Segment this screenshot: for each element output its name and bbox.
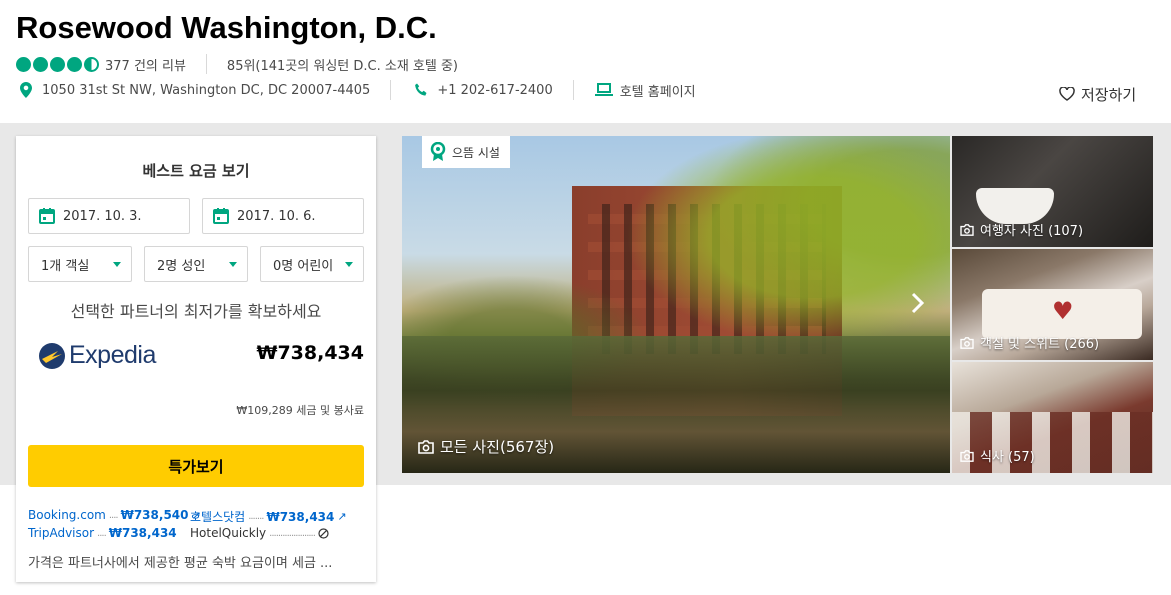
partner-link-hotelquickly[interactable]: HotelQuickly ..................... (190, 526, 329, 540)
rating-bubble-icon (50, 56, 65, 72)
partner-name: Booking.com (28, 508, 106, 522)
expedia-logo[interactable]: Expedia (38, 341, 156, 370)
bed-image (982, 289, 1142, 339)
best-price[interactable]: ₩738,434 (257, 342, 365, 364)
partner-name: 호텔스닷컴 (190, 510, 246, 524)
adults-select[interactable]: 2명 성인 (144, 246, 248, 282)
dot-leader: .... (97, 527, 107, 539)
checkout-date: 2017. 10. 6. (237, 208, 316, 224)
divider (205, 54, 207, 74)
rooms-select[interactable]: 1개 객실 (28, 246, 132, 282)
traveler-photos-thumb[interactable]: 여행자 사진 (107) (952, 136, 1153, 247)
chevron-right-icon[interactable] (910, 291, 926, 319)
unavailable-icon (318, 527, 329, 539)
expedia-globe-icon (39, 342, 65, 369)
camera-icon (418, 439, 434, 454)
partner-price: ₩738,434 (266, 509, 335, 524)
phone-icon (411, 83, 431, 97)
checkin-date: 2017. 10. 3. (63, 208, 142, 224)
tax-note: ₩109,289 세금 및 봉사료 (236, 404, 364, 417)
children-select[interactable]: 0명 어린이 (260, 246, 364, 282)
calendar-icon (39, 208, 55, 224)
partner-link-booking[interactable]: Booking.com .... ₩738,540 ↗ (28, 508, 201, 522)
camera-icon (960, 449, 974, 462)
checkin-date-field[interactable]: 2017. 10. 3. (28, 198, 190, 234)
price-disclaimer: 가격은 파트너사에서 제공한 평균 숙박 요금이며 세금 ... (28, 556, 333, 571)
phone-number[interactable]: +1 202-617-2400 (437, 83, 552, 98)
promo-text: 선택한 파트너의 최저가를 확보하세요 (70, 302, 322, 321)
thumb-label-text: 식사 (57) (980, 450, 1035, 465)
external-arrow-icon: ↗ (337, 510, 347, 523)
partner-price: ₩738,434 (108, 526, 177, 540)
thumb-label-text: 객실 및 스위트 (266) (980, 337, 1100, 352)
rating-half-bubble-icon (84, 56, 99, 72)
divider (390, 80, 392, 100)
partner-price: ₩738,540 (120, 508, 189, 522)
children-value: 0명 어린이 (273, 258, 334, 274)
partner-name: TripAdvisor (28, 526, 95, 540)
badge-label: 으뜸 시설 (452, 145, 500, 160)
save-label: 저장하기 (1081, 85, 1137, 104)
rooms-suites-thumb[interactable]: 객실 및 스위트 (266) (952, 249, 1153, 360)
award-ribbon-icon (430, 142, 446, 161)
chevron-down-icon (229, 261, 237, 267)
view-deal-button[interactable]: 특가보기 (28, 445, 364, 487)
thumb-label-text: 여행자 사진 (107) (980, 224, 1084, 239)
address-link[interactable]: 1050 31st St NW, Washington DC, DC 20007… (42, 83, 370, 98)
heart-icon (1059, 87, 1075, 101)
hotel-name: Rosewood Washington, D.C. (16, 10, 437, 45)
booking-title: 베스트 요금 보기 (142, 162, 250, 180)
adults-value: 2명 성인 (157, 258, 206, 274)
partner-link-hotels[interactable]: 호텔스닷컴 ....... ₩738,434 ↗ (190, 508, 347, 525)
rating-row: 377 건의 리뷰 85위(141곳의 워싱턴 D.C. 소재 호텔 중) (16, 54, 458, 74)
rating-bubble-icon (33, 56, 48, 72)
booking-card: 베스트 요금 보기 2017. 10. 3. 2017. 10. 6. 1개 객… (16, 136, 376, 582)
location-pin-icon (16, 82, 36, 98)
ranking-text[interactable]: 85위(141곳의 워싱턴 D.C. 소재 호텔 중) (227, 55, 458, 74)
calendar-icon (213, 208, 229, 224)
dot-leader: ..................... (269, 527, 316, 539)
rating-bubble-icon (67, 56, 82, 72)
dining-thumb[interactable]: 식사 (57) (952, 362, 1153, 473)
contact-row: 1050 31st St NW, Washington DC, DC 20007… (16, 80, 696, 100)
thumb-label: 객실 및 스위트 (266) (960, 333, 1099, 352)
laptop-icon (594, 83, 614, 97)
thumb-label: 식사 (57) (960, 446, 1035, 465)
camera-icon (960, 336, 974, 349)
excellence-badge: 으뜸 시설 (422, 136, 510, 168)
divider (572, 80, 574, 100)
camera-icon (960, 223, 974, 236)
all-photos-label: 모든 사진(567장) (440, 438, 555, 456)
rating-bubble-icon (16, 56, 31, 72)
save-button[interactable]: 저장하기 (1059, 84, 1136, 104)
rating-bubbles[interactable] (16, 56, 99, 72)
thumb-label: 여행자 사진 (107) (960, 220, 1083, 239)
dot-leader: .... (108, 509, 119, 521)
chevron-down-icon (345, 261, 353, 267)
hotel-website-link[interactable]: 호텔 홈페이지 (620, 81, 696, 100)
expedia-wordmark: Expedia (69, 341, 156, 369)
rooms-value: 1개 객실 (41, 258, 90, 274)
bathtub-image (976, 188, 1054, 224)
main-photo[interactable]: 으뜸 시설 모든 사진(567장) (402, 136, 950, 473)
partner-name: HotelQuickly (190, 526, 267, 540)
partner-link-tripadvisor[interactable]: TripAdvisor .... ₩738,434 (28, 526, 177, 540)
chevron-down-icon (113, 261, 121, 267)
dot-leader: ....... (248, 511, 264, 522)
checkout-date-field[interactable]: 2017. 10. 6. (202, 198, 364, 234)
all-photos-link[interactable]: 모든 사진(567장) (418, 436, 554, 457)
review-count-link[interactable]: 377 건의 리뷰 (105, 55, 186, 74)
